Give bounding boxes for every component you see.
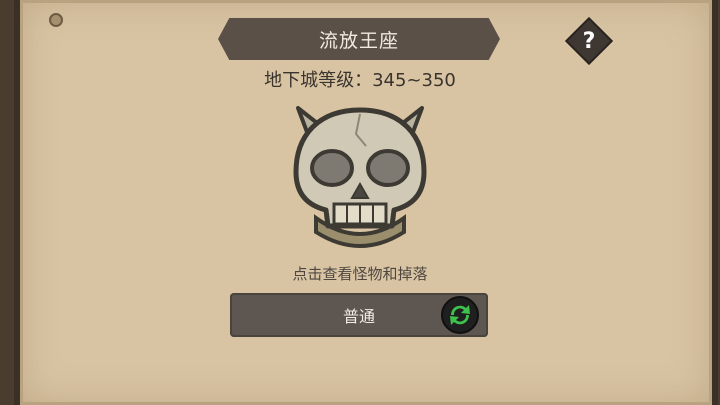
dungeon-title-banner: 流放王座	[218, 18, 500, 60]
difficulty-selector[interactable]: 普通	[230, 293, 488, 337]
dungeon-title: 流放王座	[318, 29, 399, 52]
question-mark-icon: ?	[582, 28, 596, 54]
refresh-arrows-icon[interactable]	[440, 295, 480, 335]
horned-skull-icon[interactable]	[280, 100, 440, 260]
help-button[interactable]: ?	[564, 16, 614, 66]
rivet-icon	[49, 13, 63, 27]
dungeon-level-text: 地下城等级：345~350	[264, 70, 456, 91]
view-monsters-hint: 点击查看怪物和掉落	[292, 265, 428, 283]
